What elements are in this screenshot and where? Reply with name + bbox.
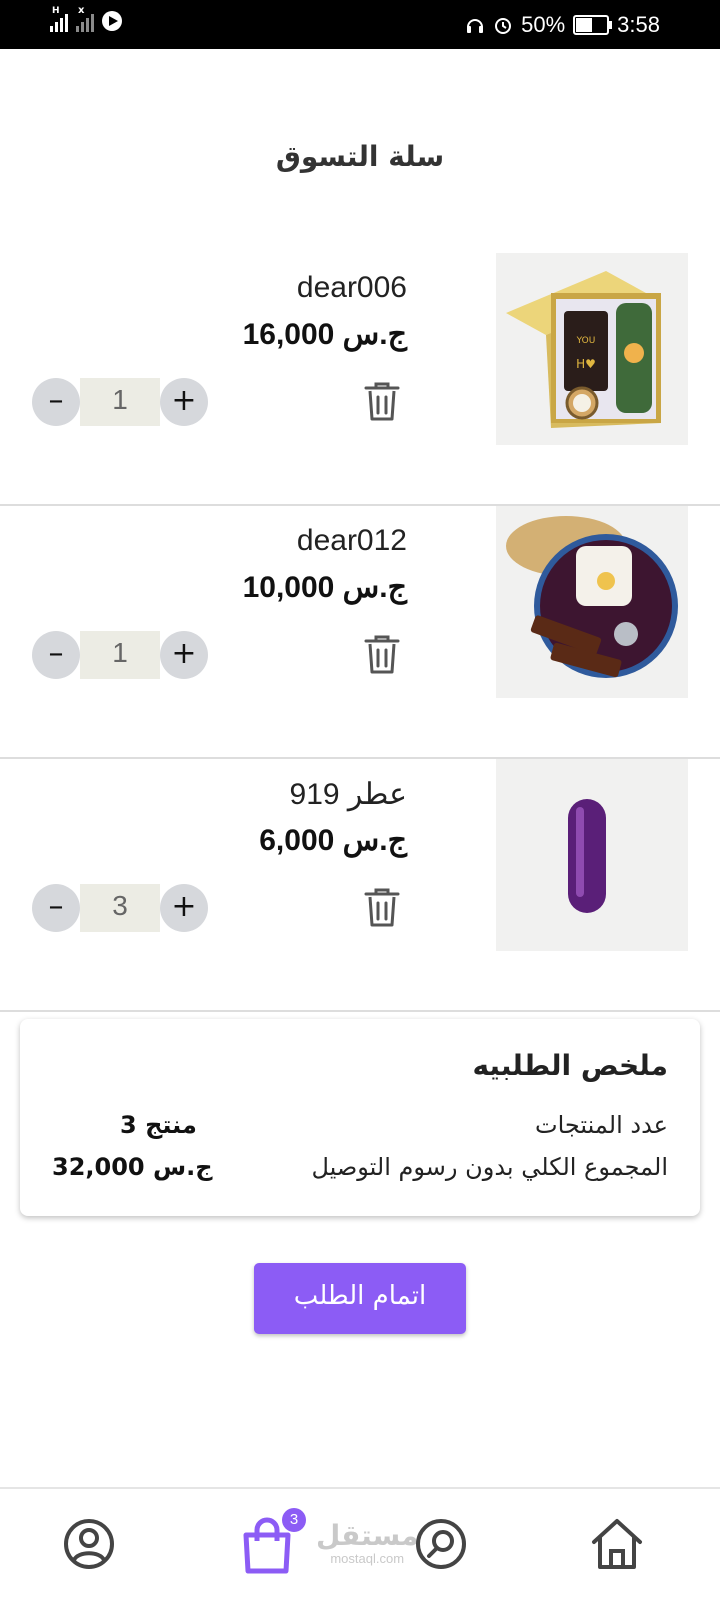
svg-text:YOU: YOU xyxy=(576,336,596,346)
page-title: سلة التسوق xyxy=(275,140,445,173)
gift-box-image: YOU H♥ xyxy=(496,253,688,445)
search-icon[interactable] xyxy=(414,1517,468,1571)
product-name: dear012 xyxy=(296,524,407,557)
summary-title: ملخص الطلبيه xyxy=(472,1049,668,1082)
checkout-button[interactable]: اتمام الطلب xyxy=(254,1263,466,1334)
signal-icon-2: x xyxy=(76,5,94,32)
cart-item: YOU H♥ dear006 16,000 ج.س – 1 + xyxy=(0,253,720,506)
cart-item: dear012 10,000 ج.س – 1 + xyxy=(0,506,720,759)
quantity-stepper: – 1 + xyxy=(32,631,208,679)
quantity-stepper: – 1 + xyxy=(32,378,208,426)
battery-percent: 50% xyxy=(521,12,566,37)
home-icon[interactable] xyxy=(590,1517,644,1571)
product-count-value: 3 منتج xyxy=(120,1111,197,1139)
product-name: عطر 919 xyxy=(289,778,407,811)
total-value: 32,000 ج.س xyxy=(52,1153,213,1181)
watermark: مستقل mostaql.com xyxy=(316,1519,419,1567)
quantity-value[interactable]: 3 xyxy=(80,884,160,932)
decrease-button[interactable]: – xyxy=(32,631,80,679)
product-price: 16,000 ج.س xyxy=(242,318,407,351)
trash-icon[interactable] xyxy=(362,632,402,676)
trash-icon[interactable] xyxy=(362,379,402,423)
bottom-nav: 3 مستقل mostaql.com xyxy=(0,1487,720,1602)
headphones-icon xyxy=(467,19,484,33)
status-left: H x xyxy=(50,5,122,32)
increase-button[interactable]: + xyxy=(160,884,208,932)
status-bar: H x 50% 3:58 xyxy=(0,0,720,49)
product-price: 6,000 ج.س xyxy=(259,824,407,857)
watermark-latin: mostaql.com xyxy=(330,1551,405,1566)
clock: 3:58 xyxy=(617,12,660,37)
increase-button[interactable]: + xyxy=(160,378,208,426)
decrease-button[interactable]: – xyxy=(32,884,80,932)
decrease-button[interactable]: – xyxy=(32,378,80,426)
status-right: 50% 3:58 xyxy=(465,12,660,38)
quantity-stepper: – 3 + xyxy=(32,884,208,932)
trash-icon[interactable] xyxy=(362,885,402,929)
quantity-value[interactable]: 1 xyxy=(80,378,160,426)
signal-icon: H xyxy=(50,6,68,32)
cart-item: عطر 919 6,000 ج.س – 3 + xyxy=(0,759,720,1012)
watermark-arabic: مستقل xyxy=(316,1519,419,1552)
total-label: المجموع الكلي بدون رسوم التوصيل xyxy=(311,1153,668,1181)
perfume-image xyxy=(496,759,688,951)
gift-box-image xyxy=(496,506,688,698)
product-count-label: عدد المنتجات xyxy=(535,1111,668,1139)
order-summary-card: ملخص الطلبيه عدد المنتجات 3 منتج المجموع… xyxy=(20,1019,700,1216)
quantity-value[interactable]: 1 xyxy=(80,631,160,679)
profile-icon[interactable] xyxy=(62,1517,116,1571)
svg-text:H♥: H♥ xyxy=(576,357,596,371)
product-name: dear006 xyxy=(296,271,407,304)
cart-badge: 3 xyxy=(282,1508,306,1532)
battery-icon xyxy=(573,15,613,35)
alarm-icon xyxy=(495,18,512,34)
increase-button[interactable]: + xyxy=(160,631,208,679)
product-price: 10,000 ج.س xyxy=(242,571,407,604)
media-play-icon xyxy=(102,11,122,31)
